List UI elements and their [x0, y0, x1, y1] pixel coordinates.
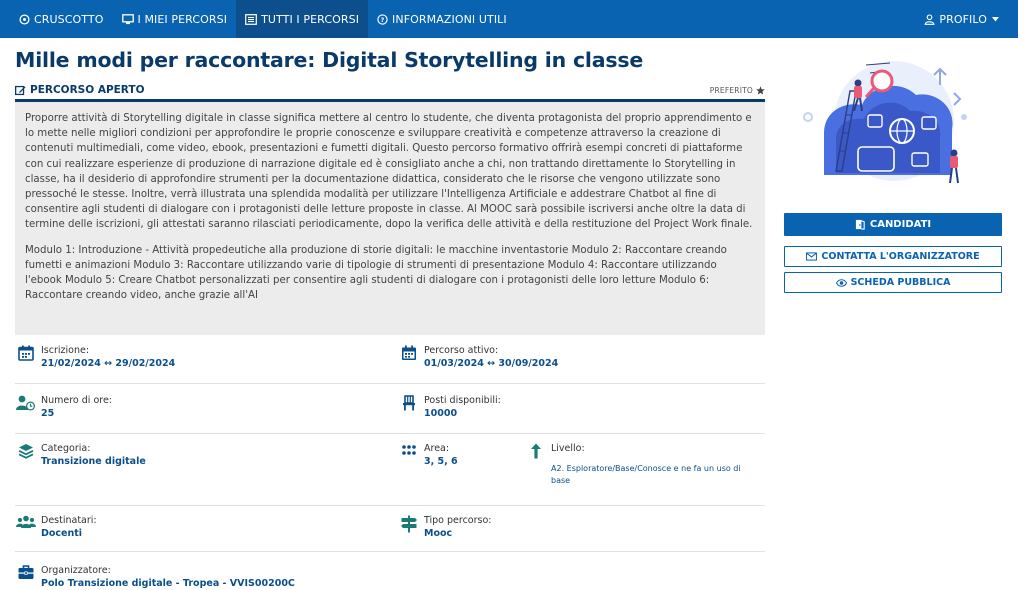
chair-icon: [398, 394, 420, 421]
scheda-label: SCHEDA PUBBLICA: [850, 277, 951, 288]
iscrizione-value: 21/02/2024 ↔ 29/02/2024: [41, 358, 176, 369]
dashboard-icon: [19, 13, 30, 25]
nav-label: TUTTI I PERCORSI: [261, 12, 360, 26]
list-icon: [245, 13, 257, 25]
contatta-label: CONTATTA L'ORGANIZZATORE: [821, 251, 980, 262]
star-icon: [756, 85, 765, 95]
info-posti: Posti disponibili: 10000: [398, 394, 501, 421]
course-illustration: [803, 61, 967, 184]
tipo-value: Mooc: [424, 528, 453, 539]
envelope-icon: [806, 252, 818, 261]
door-icon: [855, 219, 866, 230]
page-title: Mille modi per raccontare: Digital Story…: [15, 48, 644, 72]
ore-value: 25: [41, 408, 55, 419]
info-tipo: Tipo percorso: Mooc: [398, 514, 492, 541]
eye-icon: [835, 278, 847, 287]
posti-label: Posti disponibili:: [424, 395, 501, 406]
iscrizione-label: Iscrizione:: [41, 345, 90, 356]
categoria-value: Transizione digitale: [41, 456, 146, 467]
status-badge: PERCORSO APERTO: [15, 84, 145, 96]
tipo-label: Tipo percorso:: [424, 515, 492, 526]
status-row: PERCORSO APERTO PREFERITO: [15, 81, 765, 99]
categoria-label: Categoria:: [41, 443, 91, 454]
nav-label: CRUSCOTTO: [34, 12, 104, 26]
nav-label: INFORMAZIONI UTILI: [392, 12, 507, 26]
caret-down-icon: [992, 16, 999, 22]
info-row-dates: Iscrizione: 21/02/2024 ↔ 29/02/2024 Perc…: [15, 344, 765, 384]
scheda-pubblica-button[interactable]: SCHEDA PUBBLICA: [784, 272, 1002, 293]
info-destinatari: Destinatari: Docenti: [15, 514, 97, 541]
favorite-toggle[interactable]: PREFERITO: [710, 86, 765, 95]
organizzatore-label: Organizzatore:: [41, 565, 111, 576]
description-modules: Modulo 1: Introduzione - Attività proped…: [25, 244, 727, 302]
info-ore: Numero di ore: 25: [15, 394, 112, 421]
monitor-icon: [121, 13, 134, 25]
info-livello: Livello: A2. Esploratore/Base/Conosce e …: [525, 442, 741, 487]
course-description: Proporre attività di Storytelling digita…: [15, 102, 765, 335]
area-value: 3, 5, 6: [424, 456, 458, 467]
info-row-category: Categoria: Transizione digitale Area: 3,…: [15, 442, 765, 506]
info-row-audience: Destinatari: Docenti Tipo percorso: Mooc: [15, 514, 765, 552]
nav-cruscotto[interactable]: CRUSCOTTO: [10, 0, 113, 38]
users-icon: [15, 514, 37, 541]
livello-value: A2. Esploratore/Base/Conosce e ne fa un …: [551, 464, 741, 485]
nav-informazioni-utili[interactable]: ? INFORMAZIONI UTILI: [368, 0, 516, 38]
svg-text:?: ?: [381, 15, 385, 23]
help-icon: ?: [377, 13, 388, 25]
description-paragraph: Proporre attività di Storytelling digita…: [25, 113, 753, 231]
candidati-label: CANDIDATI: [869, 219, 932, 230]
briefcase-icon: [15, 564, 37, 590]
organizzatore-value: Polo Transizione digitale - Tropea - VVI…: [41, 578, 295, 589]
user-icon: [924, 13, 935, 25]
percorso-attivo-value: 01/03/2024 ↔ 30/09/2024: [424, 358, 559, 369]
signpost-icon: [398, 514, 420, 541]
percorso-attivo-label: Percorso attivo:: [424, 345, 499, 356]
ore-label: Numero di ore:: [41, 395, 112, 406]
layers-icon: [15, 442, 37, 469]
posti-value: 10000: [424, 408, 458, 419]
nav-tutti-percorsi[interactable]: TUTTI I PERCORSI: [236, 0, 369, 38]
favorite-label: PREFERITO: [709, 85, 753, 95]
nav-miei-percorsi[interactable]: I MIEI PERCORSI: [113, 0, 237, 38]
livello-label: Livello:: [551, 443, 585, 454]
info-organizzatore: Organizzatore: Polo Transizione digitale…: [15, 564, 295, 590]
info-area: Area: 3, 5, 6: [398, 442, 458, 469]
status-label: PERCORSO APERTO: [30, 84, 145, 96]
grid-dots-icon: [398, 442, 420, 469]
info-row-hours: Numero di ore: 25 Posti disponibili: 100…: [15, 394, 765, 434]
info-percorso-attivo: Percorso attivo: 01/03/2024 ↔ 30/09/2024: [398, 344, 558, 371]
calendar-filled-icon: [398, 344, 420, 371]
level-up-icon: [525, 442, 547, 487]
destinatari-label: Destinatari:: [41, 515, 97, 526]
profile-menu[interactable]: PROFILO: [915, 0, 1008, 38]
destinatari-value: Docenti: [41, 528, 83, 539]
top-navbar: CRUSCOTTO I MIEI PERCORSI TUTTI I PERCOR…: [0, 0, 1018, 38]
nav-label: I MIEI PERCORSI: [137, 12, 228, 26]
info-iscrizione: Iscrizione: 21/02/2024 ↔ 29/02/2024: [15, 344, 175, 371]
area-label: Area:: [424, 443, 450, 454]
edit-icon: [15, 85, 26, 96]
calendar-icon: [15, 344, 37, 371]
user-clock-icon: [15, 394, 37, 421]
contatta-organizzatore-button[interactable]: CONTATTA L'ORGANIZZATORE: [784, 246, 1002, 267]
profile-label: PROFILO: [939, 12, 987, 26]
candidati-button[interactable]: CANDIDATI: [784, 213, 1002, 236]
info-categoria: Categoria: Transizione digitale: [15, 442, 146, 469]
